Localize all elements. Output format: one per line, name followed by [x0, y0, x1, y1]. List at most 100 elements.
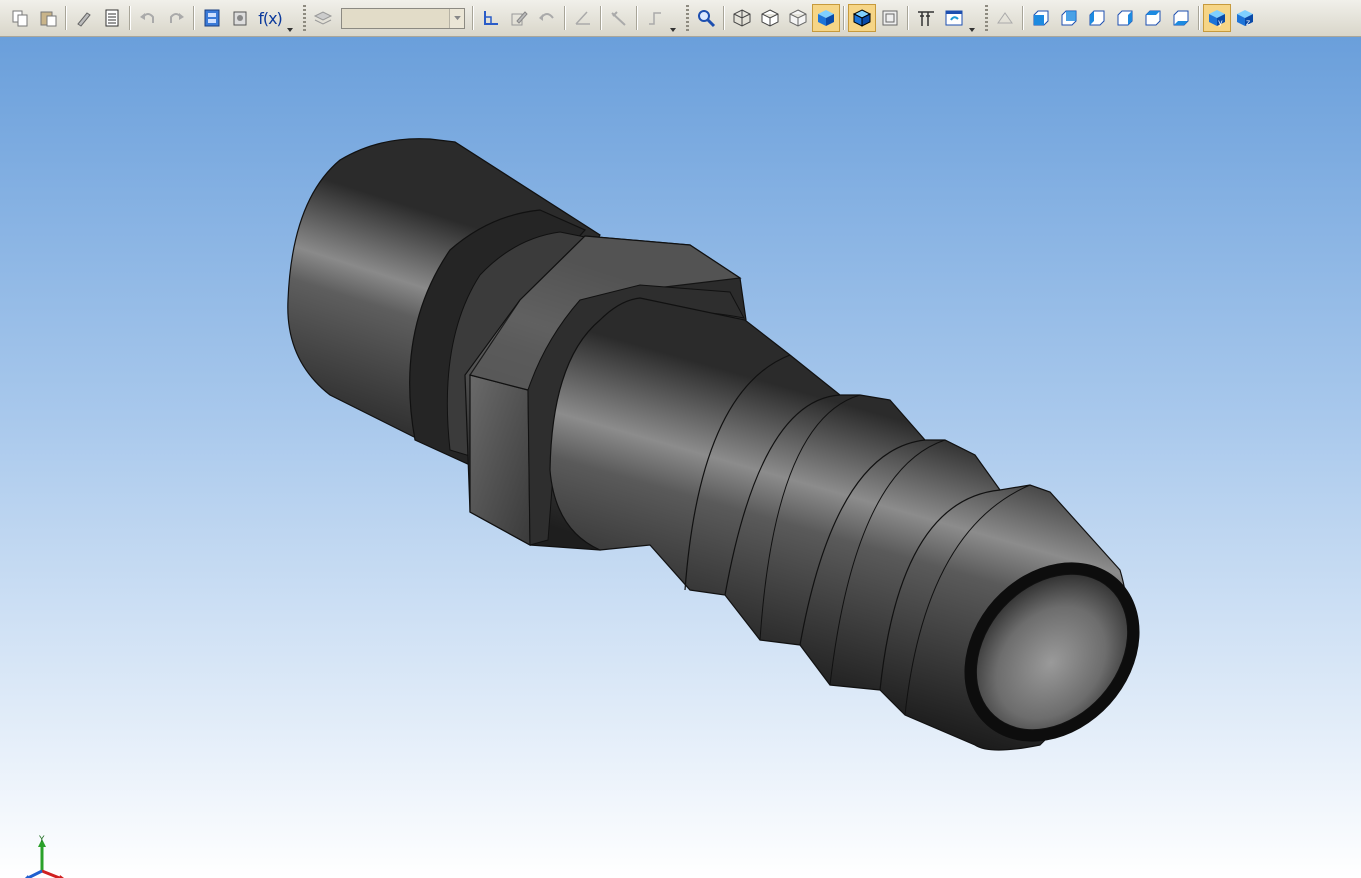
- toolbar-grip[interactable]: [985, 5, 988, 31]
- view-right-button[interactable]: [1111, 4, 1139, 32]
- current-state-toolbar: [297, 2, 680, 35]
- manager-button[interactable]: [198, 4, 226, 32]
- hidden-lines-button[interactable]: [756, 4, 784, 32]
- model-viewport[interactable]: Y X Z: [0, 37, 1361, 878]
- toolbar-grip[interactable]: [303, 5, 306, 31]
- undo-button[interactable]: [134, 4, 162, 32]
- update-button[interactable]: [940, 4, 968, 32]
- toolbar-options-icon[interactable]: [670, 2, 677, 35]
- perspective-button[interactable]: [876, 4, 904, 32]
- view-iso-y-icon: y: [1209, 10, 1225, 27]
- perspective-icon: [882, 10, 898, 26]
- view-iso-z-button[interactable]: z: [1231, 4, 1259, 32]
- local-cs-icon: [484, 11, 498, 25]
- properties-icon: [105, 9, 119, 27]
- standard-toolbar: f(x): [0, 2, 297, 35]
- view-top-button[interactable]: [1139, 4, 1167, 32]
- local-cs-button[interactable]: [477, 4, 505, 32]
- separator: [636, 6, 638, 30]
- chevron-down-icon[interactable]: [449, 8, 464, 28]
- halftone-icon: [818, 10, 834, 26]
- separator: [1022, 6, 1024, 30]
- layer-icon: [313, 11, 333, 25]
- main-toolbar: f(x) y z: [0, 0, 1361, 37]
- separator: [65, 6, 67, 30]
- wireframe-icon: [733, 9, 751, 27]
- sketch-plane-button[interactable]: [991, 4, 1019, 32]
- view-left-button[interactable]: [1083, 4, 1111, 32]
- view-top-icon: [1145, 10, 1161, 26]
- view-bottom-button[interactable]: [1167, 4, 1195, 32]
- separator: [843, 6, 845, 30]
- update-icon: [945, 10, 963, 26]
- zoom-button[interactable]: [692, 4, 720, 32]
- paste-icon: [40, 11, 57, 27]
- separator: [600, 6, 602, 30]
- halftone-outline-icon: [852, 9, 872, 27]
- sketch-plane-icon: [997, 12, 1013, 24]
- separator: [193, 6, 195, 30]
- view-back-button[interactable]: [1055, 4, 1083, 32]
- view-right-icon: [1117, 10, 1133, 26]
- view-bottom-icon: [1173, 10, 1189, 26]
- toolbar-options-icon[interactable]: [287, 2, 294, 35]
- fillet-button[interactable]: [641, 4, 669, 32]
- separator: [472, 6, 474, 30]
- rotate-button[interactable]: [533, 4, 561, 32]
- view-iso-z-icon: z: [1237, 10, 1253, 27]
- view-toolbar: [680, 2, 979, 35]
- constraint-button[interactable]: [605, 4, 633, 32]
- svg-text:y: y: [1218, 18, 1223, 27]
- copy-icon: [12, 10, 28, 27]
- format-painter-icon: [77, 12, 91, 27]
- refresh-icon: [918, 11, 934, 26]
- redo-icon: [170, 13, 184, 23]
- refresh-button[interactable]: [912, 4, 940, 32]
- y-axis-label: Y: [38, 835, 45, 845]
- layer-combo[interactable]: [341, 7, 465, 29]
- variables-button[interactable]: f(x): [254, 4, 286, 32]
- view-front-button[interactable]: [1027, 4, 1055, 32]
- halftone-outline-button[interactable]: [848, 4, 876, 32]
- view-iso-y-button[interactable]: y: [1203, 4, 1231, 32]
- angle-button[interactable]: [569, 4, 597, 32]
- undo-icon: [140, 13, 154, 23]
- fillet-icon: [649, 12, 661, 25]
- copy-button[interactable]: [6, 4, 34, 32]
- hidden-lines-thin-button[interactable]: [784, 4, 812, 32]
- toolbar-grip[interactable]: [686, 5, 689, 31]
- library-button[interactable]: [226, 4, 254, 32]
- edit-sketch-button[interactable]: [505, 4, 533, 32]
- halftone-button[interactable]: [812, 4, 840, 32]
- separator: [1198, 6, 1200, 30]
- layer-button[interactable]: [309, 4, 337, 32]
- svg-text:z: z: [1246, 18, 1250, 27]
- format-painter-button[interactable]: [70, 4, 98, 32]
- view-left-icon: [1089, 10, 1105, 26]
- paste-button[interactable]: [34, 4, 62, 32]
- variables-icon: f(x): [258, 8, 283, 28]
- axis-triad: Y X Z: [25, 835, 64, 878]
- view-back-icon: [1061, 10, 1077, 26]
- properties-button[interactable]: [98, 4, 126, 32]
- constraint-icon: [611, 11, 626, 26]
- x-axis-icon: [41, 869, 63, 878]
- hex-nut-face: [469, 374, 531, 547]
- redo-button[interactable]: [162, 4, 190, 32]
- orientation-toolbar: y z: [979, 2, 1262, 35]
- toolbar-options-icon[interactable]: [969, 2, 976, 35]
- view-front-icon: [1033, 10, 1049, 26]
- separator: [723, 6, 725, 30]
- hidden-lines-icon: [761, 9, 779, 27]
- separator: [564, 6, 566, 30]
- hose-barb-fitting-model[interactable]: [0, 37, 1361, 878]
- manager-icon: [204, 9, 220, 27]
- edit-sketch-icon: [511, 11, 528, 26]
- library-icon: [233, 11, 247, 26]
- hidden-lines-thin-icon: [789, 9, 807, 27]
- rotate-icon: [539, 13, 554, 21]
- wireframe-button[interactable]: [728, 4, 756, 32]
- separator: [907, 6, 909, 30]
- separator: [129, 6, 131, 30]
- angle-icon: [575, 11, 590, 25]
